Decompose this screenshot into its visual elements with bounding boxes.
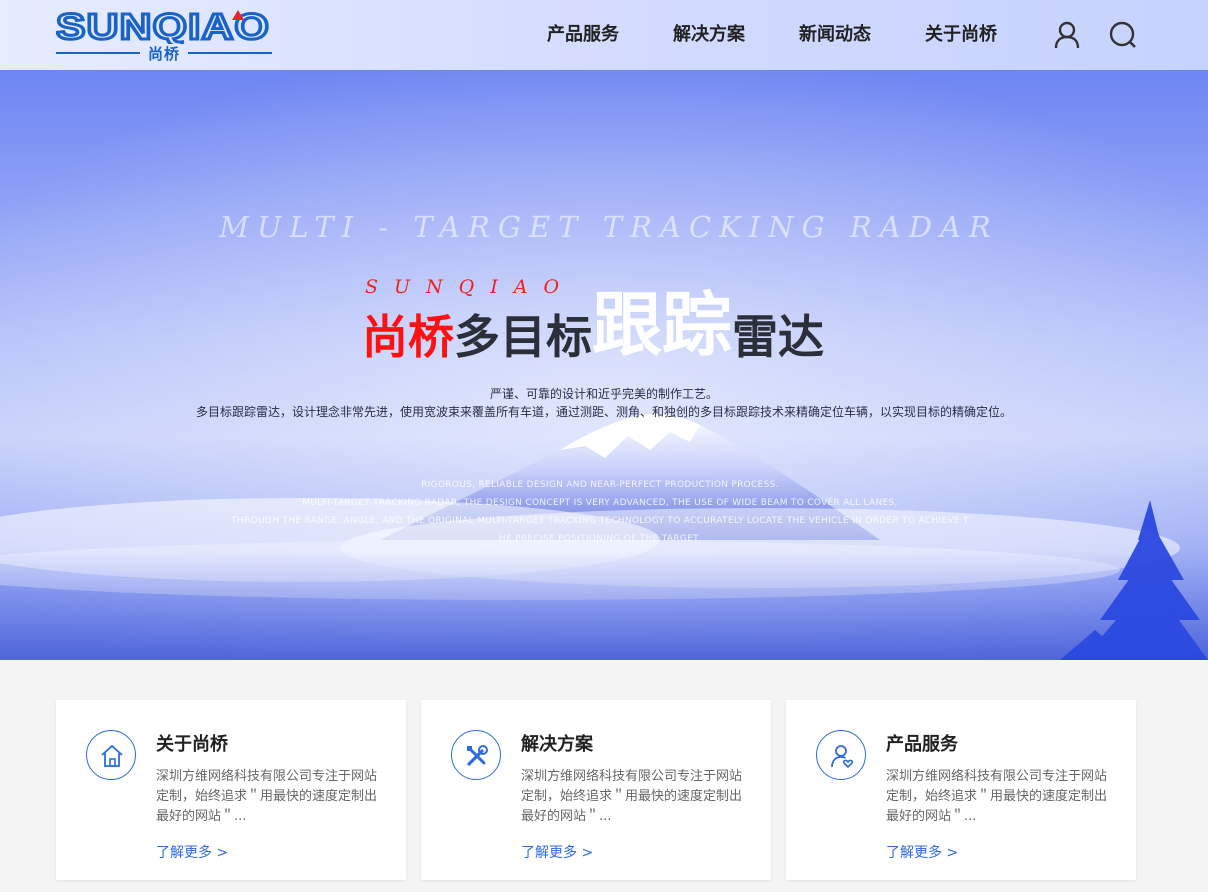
- card-products: 产品服务 深圳方维网络科技有限公司专注于网站定制，始终追求＂用最快的速度定制出最…: [786, 700, 1136, 880]
- hero-banner: MULTI - TARGET TRACKING RADAR SUNQIAO 尚桥…: [0, 70, 1208, 660]
- card-solutions: 解决方案 深圳方维网络科技有限公司专注于网站定制，始终追求＂用最快的速度定制出最…: [421, 700, 771, 880]
- card-title: 关于尚桥: [156, 734, 228, 755]
- tools-icon: [451, 730, 501, 780]
- nav-about[interactable]: 关于尚桥: [898, 0, 1024, 70]
- user-heart-icon: [816, 730, 866, 780]
- logo-subline: 尚桥: [56, 44, 272, 63]
- card-text: 深圳方维网络科技有限公司专注于网站定制，始终追求＂用最快的速度定制出最好的网站＂…: [521, 769, 743, 824]
- feature-cards: 关于尚桥 深圳方维网络科技有限公司专注于网站定制，始终追求＂用最快的速度定制出最…: [56, 700, 1136, 880]
- nav-solutions[interactable]: 解决方案: [646, 0, 772, 70]
- en-desc-line: THROUGH THE RANGE, ANGLE, AND THE ORIGIN…: [231, 516, 969, 526]
- card-title: 解决方案: [521, 734, 593, 755]
- search-icon[interactable]: [1108, 20, 1138, 50]
- en-desc-line: RIGOROUS, RELIABLE DESIGN AND NEAR-PERFE…: [421, 480, 779, 490]
- house-icon: [86, 730, 136, 780]
- cn-title-dark2: 雷达: [732, 310, 824, 364]
- logo[interactable]: SUNQIAO 尚桥: [56, 10, 272, 63]
- banner-desc-line2: 多目标跟踪雷达，设计理念非常先进，使用宽波束来覆盖所有车道，通过测距、测角、和独…: [195, 405, 1012, 419]
- banner-en-desc: RIGOROUS, RELIABLE DESIGN AND NEAR-PERFE…: [190, 476, 1010, 548]
- learn-more-link[interactable]: 了解更多 >: [521, 842, 593, 862]
- logo-wordmark: SUNQIAO: [56, 10, 272, 44]
- card-text: 深圳方维网络科技有限公司专注于网站定制，始终追求＂用最快的速度定制出最好的网站＂…: [886, 769, 1108, 824]
- en-desc-line: MULTI-TARGET TRACKING RADAR, THE DESIGN …: [302, 498, 898, 508]
- learn-more-link[interactable]: 了解更多 >: [156, 842, 228, 862]
- cn-title-red: 尚桥: [362, 310, 454, 364]
- cn-title-white: 跟踪: [592, 284, 732, 366]
- learn-more-link[interactable]: 了解更多 >: [886, 842, 958, 862]
- en-desc-line: HE PRECISE POSITIONING OF THE TARGET.: [498, 534, 702, 544]
- nav-news[interactable]: 新闻动态: [772, 0, 898, 70]
- cn-title-dark1: 多目标: [454, 310, 592, 364]
- logo-cn-text: 尚桥: [147, 45, 180, 63]
- banner-desc-line1: 严谨、可靠的设计和近乎完美的制作工艺。: [489, 387, 718, 401]
- site-header: SUNQIAO 尚桥 产品服务 解决方案 新闻动态 关于尚桥: [0, 0, 1208, 70]
- banner-en-title: MULTI - TARGET TRACKING RADAR: [219, 210, 999, 244]
- card-text: 深圳方维网络科技有限公司专注于网站定制，始终追求＂用最快的速度定制出最好的网站＂…: [156, 769, 378, 824]
- user-icon[interactable]: [1052, 20, 1082, 50]
- card-about: 关于尚桥 深圳方维网络科技有限公司专注于网站定制，始终追求＂用最快的速度定制出最…: [56, 700, 406, 880]
- main-nav: 产品服务 解决方案 新闻动态 关于尚桥: [520, 0, 1024, 70]
- card-title: 产品服务: [886, 734, 958, 755]
- nav-products[interactable]: 产品服务: [520, 0, 646, 70]
